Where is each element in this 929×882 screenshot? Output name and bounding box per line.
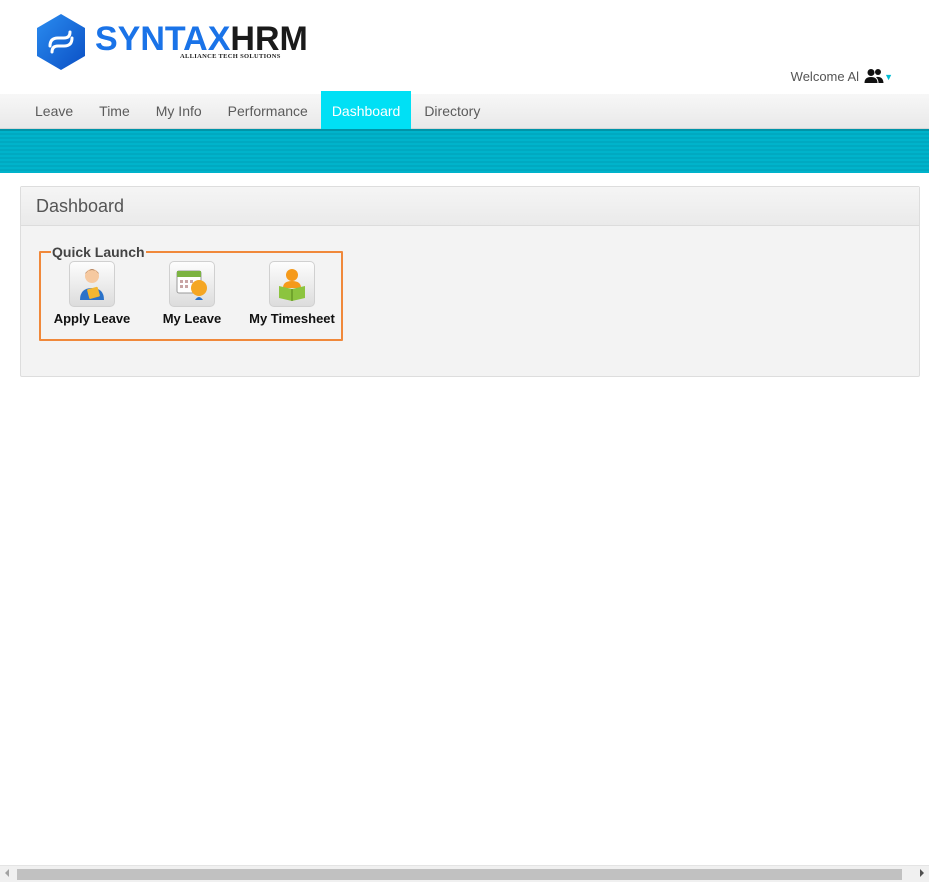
apply-leave-label: Apply Leave xyxy=(53,311,131,326)
app-window: SYNTAXHRM ALLIANCE TECH SOLUTIONS Welcom… xyxy=(0,0,929,882)
submenu-band xyxy=(0,129,929,173)
panel-header: Dashboard xyxy=(21,187,919,226)
quick-launch-my-leave[interactable]: My Leave xyxy=(142,261,242,326)
welcome-menu[interactable]: Welcome Al ▼ xyxy=(791,68,893,84)
caret-down-icon[interactable]: ▼ xyxy=(884,72,893,82)
menu-item-directory[interactable]: Directory xyxy=(411,94,493,128)
company-logo[interactable]: SYNTAXHRM ALLIANCE TECH SOLUTIONS xyxy=(35,13,308,71)
main-menu: Leave Time My Info Performance Dashboard… xyxy=(22,91,493,131)
menu-item-my-info[interactable]: My Info xyxy=(143,94,215,128)
scrollbar-thumb[interactable] xyxy=(17,869,902,880)
welcome-text: Welcome Al xyxy=(790,68,860,84)
logo-hexagon-icon xyxy=(37,14,85,70)
menu-item-performance[interactable]: Performance xyxy=(215,94,321,128)
quick-launch-legend: Quick Launch xyxy=(51,244,146,260)
page-title: Dashboard xyxy=(36,196,125,216)
menu-item-leave[interactable]: Leave xyxy=(22,94,86,128)
quick-launch-apply-leave[interactable]: Apply Leave xyxy=(42,261,142,326)
branding-header: SYNTAXHRM ALLIANCE TECH SOLUTIONS Welcom… xyxy=(0,0,929,94)
my-timesheet-label: My Timesheet xyxy=(249,311,335,326)
scroll-left-arrow-icon[interactable] xyxy=(5,869,9,877)
dashboard-panel: Dashboard Quick Launch Apply Leave My Le… xyxy=(20,186,920,377)
main-menu-bar: Leave Time My Info Performance Dashboard… xyxy=(0,91,929,131)
users-icon xyxy=(864,69,884,83)
horizontal-scrollbar[interactable] xyxy=(0,865,929,882)
menu-item-time[interactable]: Time xyxy=(86,94,143,128)
menu-item-dashboard[interactable]: Dashboard xyxy=(320,91,412,131)
scroll-right-arrow-icon[interactable] xyxy=(920,869,924,877)
apply-leave-icon xyxy=(69,261,115,307)
logo-tagline: ALLIANCE TECH SOLUTIONS xyxy=(180,53,281,60)
calendar-leave-icon xyxy=(169,261,215,307)
my-leave-label: My Leave xyxy=(162,311,222,326)
quick-launch-my-timesheet[interactable]: My Timesheet xyxy=(242,261,342,326)
timesheet-icon xyxy=(269,261,315,307)
logo-wordmark: SYNTAXHRM xyxy=(95,21,308,57)
quick-launch-group: Quick Launch Apply Leave My Leave My Tim… xyxy=(39,244,343,341)
